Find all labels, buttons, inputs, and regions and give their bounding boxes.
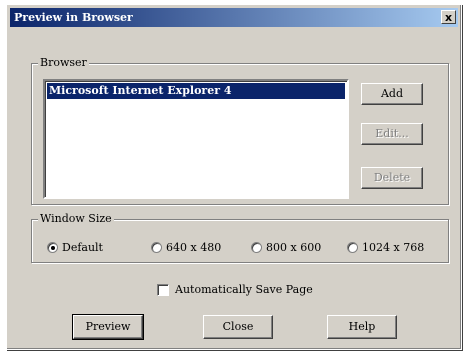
add-button[interactable]: Add	[361, 83, 423, 105]
list-item[interactable]: Microsoft Internet Explorer 4	[47, 83, 345, 99]
radio-indicator	[347, 242, 358, 253]
preview-button[interactable]: Preview	[72, 314, 144, 340]
radio-indicator	[151, 242, 162, 253]
radio-1024x768[interactable]: 1024 x 768	[347, 241, 424, 254]
preview-in-browser-dialog: Preview in Browser x Browser Microsoft I…	[6, 4, 462, 350]
radio-label: 800 x 600	[266, 241, 322, 254]
radio-label: Default	[62, 241, 103, 254]
edit-button[interactable]: Edit...	[361, 123, 423, 145]
radio-label: 1024 x 768	[362, 241, 425, 254]
radio-640x480[interactable]: 640 x 480	[151, 241, 221, 254]
delete-button[interactable]: Delete	[361, 167, 423, 189]
radio-default[interactable]: Default	[47, 241, 103, 254]
radio-indicator	[251, 242, 262, 253]
window-size-group-label: Window Size	[38, 212, 114, 225]
close-button[interactable]: Close	[203, 315, 273, 339]
radio-label: 640 x 480	[166, 241, 222, 254]
checkbox-indicator	[157, 283, 169, 296]
close-icon[interactable]: x	[441, 10, 456, 24]
auto-save-label: Automatically Save Page	[175, 283, 313, 296]
browser-group-label: Browser	[38, 56, 89, 69]
auto-save-checkbox[interactable]: Automatically Save Page	[157, 283, 313, 296]
radio-indicator	[47, 242, 58, 253]
browser-list[interactable]: Microsoft Internet Explorer 4	[43, 79, 349, 199]
radio-800x600[interactable]: 800 x 600	[251, 241, 321, 254]
help-button[interactable]: Help	[327, 315, 397, 339]
title-bar[interactable]: Preview in Browser x	[10, 8, 458, 27]
window-title: Preview in Browser	[14, 11, 133, 24]
